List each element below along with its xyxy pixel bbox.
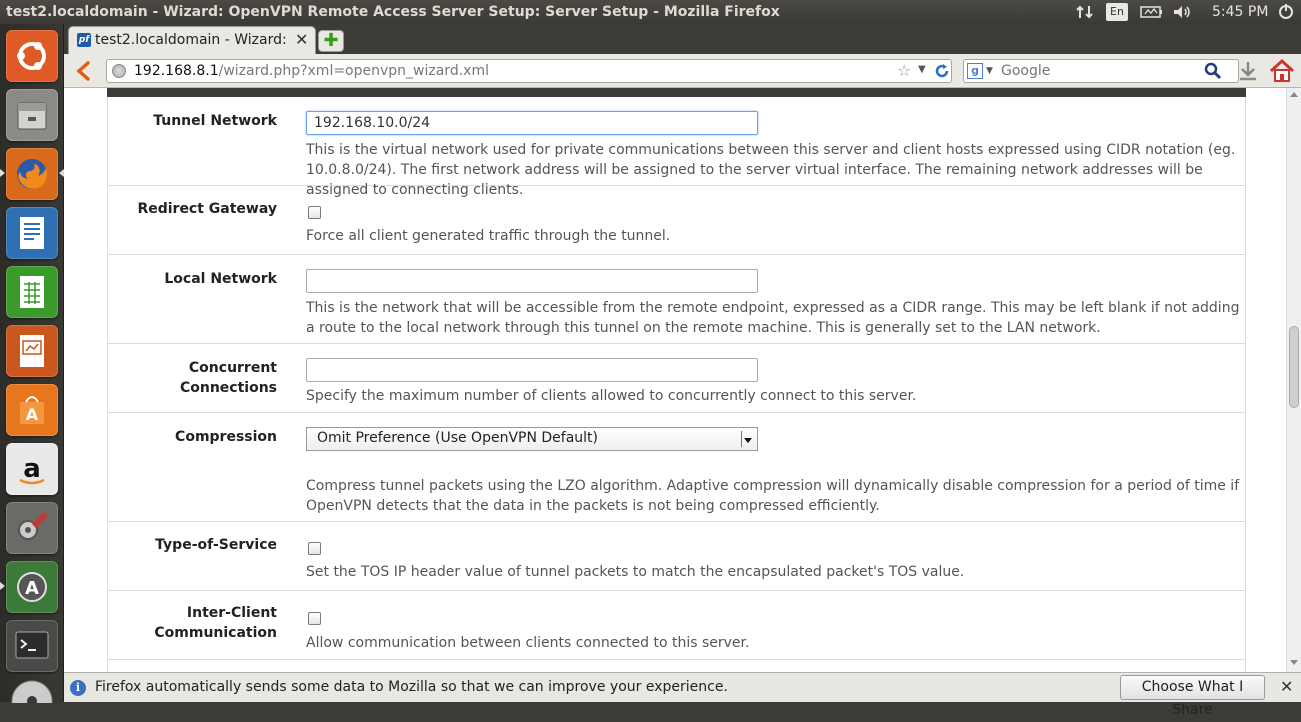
form-row-tunnel-network: Tunnel Network This is the virtual netwo… xyxy=(108,97,1245,198)
form-row-local-network: Local Network This is the network that w… xyxy=(108,255,1245,344)
help-concurrent-connections: Specify the maximum number of clients al… xyxy=(306,388,917,404)
compression-selected-value: Omit Preference (Use OpenVPN Default) xyxy=(317,430,598,446)
choose-what-i-share-button[interactable]: Choose What I Share xyxy=(1120,675,1265,718)
ubuntu-dash-icon[interactable] xyxy=(6,30,58,82)
label-compression: Compression xyxy=(175,429,277,445)
help-inter-client-communication: Allow communication between clients conn… xyxy=(306,635,750,651)
volume-icon[interactable] xyxy=(1172,3,1192,21)
form-row-redirect-gateway: Redirect Gateway Force all client genera… xyxy=(108,186,1245,255)
tab-label: test2.localdomain - Wizard: O... xyxy=(95,32,291,48)
label-tunnel-network: Tunnel Network xyxy=(153,113,277,129)
chevron-down-icon xyxy=(741,431,753,447)
keyboard-language-indicator[interactable]: En xyxy=(1106,3,1128,21)
history-dropdown-icon[interactable]: ▼ xyxy=(918,64,926,75)
server-setup-form: Tunnel Network This is the virtual netwo… xyxy=(107,97,1246,672)
label-inter-client-communication: Inter-Client Communication xyxy=(154,603,277,643)
navigation-bar: 192.168.8.1/wizard.php?xml=openvpn_wizar… xyxy=(64,54,1301,88)
info-icon: i xyxy=(70,680,86,696)
label-line-1: Inter-Client xyxy=(186,605,277,621)
network-arrows-icon[interactable] xyxy=(1076,3,1094,21)
inter-client-communication-checkbox[interactable] xyxy=(308,612,321,625)
window-title: test2.localdomain - Wizard: OpenVPN Remo… xyxy=(6,4,780,20)
session-gear-icon[interactable] xyxy=(1276,3,1296,21)
search-bar[interactable]: g ▼ Google xyxy=(963,59,1239,83)
form-row-type-of-service: Type-of-Service Set the TOS IP header va… xyxy=(108,522,1245,591)
battery-icon[interactable] xyxy=(1140,3,1164,21)
amazon-icon[interactable]: a xyxy=(6,443,58,495)
system-settings-icon[interactable] xyxy=(6,502,58,554)
site-identity-icon[interactable] xyxy=(112,64,126,78)
label-concurrent-connections: Concurrent Connections xyxy=(179,360,277,396)
home-icon[interactable] xyxy=(1268,58,1296,84)
new-tab-button[interactable]: ✚ xyxy=(318,30,344,52)
software-center-icon[interactable]: A xyxy=(6,384,58,436)
concurrent-connections-input[interactable] xyxy=(306,358,758,382)
tab-active[interactable]: pf test2.localdomain - Wizard: O... ✕ xyxy=(68,26,316,54)
help-compression: Compress tunnel packets using the LZO al… xyxy=(306,478,1240,514)
disc-icon[interactable] xyxy=(6,679,58,703)
url-bar[interactable]: 192.168.8.1/wizard.php?xml=openvpn_wizar… xyxy=(106,59,952,83)
running-indicator xyxy=(0,169,5,177)
section-header-bar xyxy=(107,88,1246,97)
downloads-icon[interactable] xyxy=(1236,59,1260,83)
tab-close-icon[interactable]: ✕ xyxy=(295,30,308,49)
search-input[interactable]: Google xyxy=(1001,63,1050,79)
form-row-concurrent-connections: Concurrent Connections Specify the maxim… xyxy=(108,344,1245,413)
launcher: A a A xyxy=(0,24,64,703)
scrollbar-thumb[interactable] xyxy=(1289,326,1299,408)
top-panel: test2.localdomain - Wizard: OpenVPN Remo… xyxy=(0,0,1301,24)
tab-bar: pf test2.localdomain - Wizard: O... ✕ ✚ xyxy=(64,24,1301,54)
help-local-network: This is the network that will be accessi… xyxy=(306,300,1240,336)
bookmark-star-icon[interactable]: ☆ xyxy=(897,61,911,80)
notification-close-icon[interactable]: ✕ xyxy=(1280,677,1293,696)
tunnel-network-input[interactable] xyxy=(306,111,758,135)
notification-text: Firefox automatically sends some data to… xyxy=(95,679,728,695)
redirect-gateway-checkbox[interactable] xyxy=(308,206,321,219)
search-engine-icon[interactable]: g xyxy=(967,63,983,79)
help-type-of-service: Set the TOS IP header value of tunnel pa… xyxy=(306,564,965,580)
search-icon[interactable] xyxy=(1204,62,1222,80)
type-of-service-checkbox[interactable] xyxy=(308,542,321,555)
form-row-compression: Compression Omit Preference (Use OpenVPN… xyxy=(108,413,1245,522)
label-local-network: Local Network xyxy=(164,271,277,287)
firefox-icon[interactable] xyxy=(6,148,58,200)
back-button[interactable] xyxy=(72,60,96,82)
compression-select[interactable]: Omit Preference (Use OpenVPN Default) xyxy=(306,427,758,451)
running-indicator xyxy=(0,582,5,590)
url-path: /wizard.php?xml=openvpn_wizard.xml xyxy=(218,63,489,79)
label-line-2: Communication xyxy=(154,625,277,641)
help-redirect-gateway: Force all client generated traffic throu… xyxy=(306,228,671,244)
search-engine-dropdown-icon[interactable]: ▼ xyxy=(986,66,993,76)
scroll-down-arrow-icon[interactable] xyxy=(1290,660,1298,665)
files-icon[interactable] xyxy=(6,89,58,141)
terminal-icon[interactable] xyxy=(6,620,58,672)
software-updater-icon[interactable]: A xyxy=(6,561,58,613)
page-content: Tunnel Network This is the virtual netwo… xyxy=(64,88,1286,672)
local-network-input[interactable] xyxy=(306,269,758,293)
svg-text:a: a xyxy=(23,454,41,484)
form-row-inter-client-communication: Inter-Client Communication Allow communi… xyxy=(108,591,1245,660)
url-host: 192.168.8.1 xyxy=(134,63,219,79)
scroll-up-arrow-icon[interactable] xyxy=(1290,92,1298,97)
clock[interactable]: 5:45 PM xyxy=(1212,4,1268,22)
pfsense-favicon-icon: pf xyxy=(77,33,91,47)
vertical-scrollbar[interactable] xyxy=(1286,88,1301,672)
libreoffice-impress-icon[interactable] xyxy=(6,325,58,377)
libreoffice-writer-icon[interactable] xyxy=(6,207,58,259)
reload-icon[interactable] xyxy=(933,62,951,84)
data-reporting-notification-bar: i Firefox automatically sends some data … xyxy=(64,672,1301,718)
svg-text:A: A xyxy=(25,578,39,599)
svg-text:A: A xyxy=(26,405,39,424)
url-text[interactable]: 192.168.8.1/wizard.php?xml=openvpn_wizar… xyxy=(134,63,489,79)
label-redirect-gateway: Redirect Gateway xyxy=(137,201,277,217)
label-type-of-service: Type-of-Service xyxy=(155,537,277,553)
libreoffice-calc-icon[interactable] xyxy=(6,266,58,318)
